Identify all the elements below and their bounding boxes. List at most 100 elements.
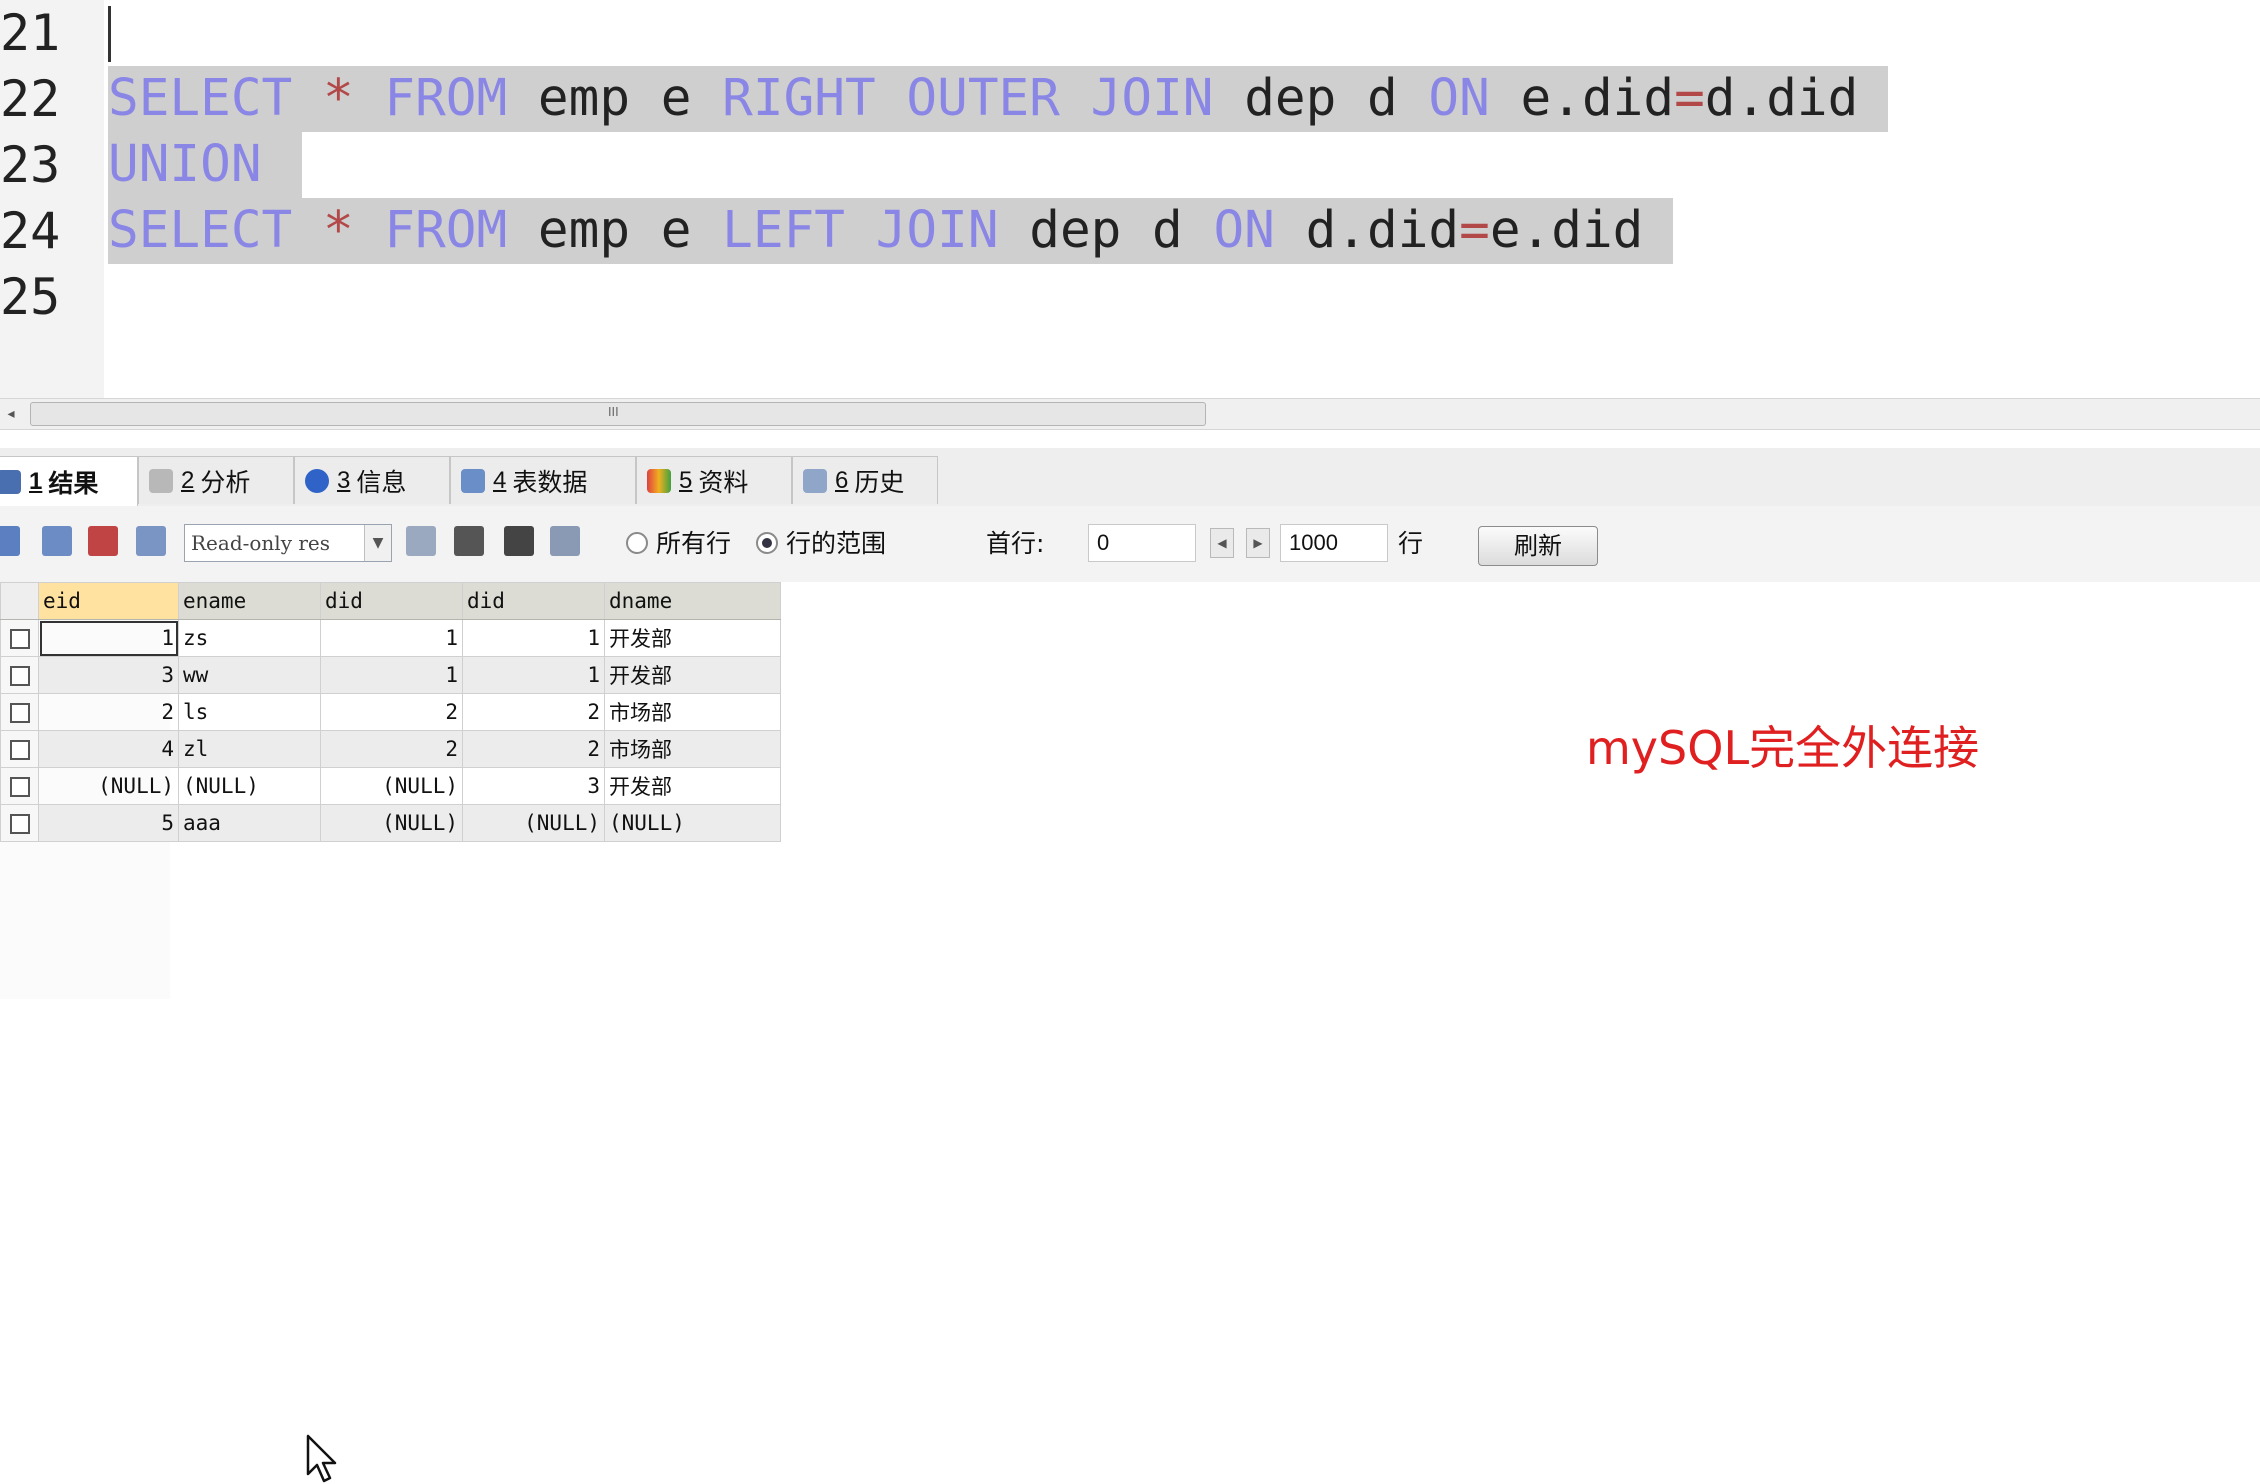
table-cell[interactable]: (NULL) (320, 804, 463, 842)
tab-table-data[interactable]: 4 表数据 (450, 456, 636, 504)
table-cell[interactable]: 4 (38, 730, 179, 768)
scroll-left-arrow-icon[interactable]: ◂ (0, 399, 22, 429)
table-cell[interactable]: 5 (38, 804, 179, 842)
add-row-icon[interactable] (406, 526, 436, 556)
tab-label: 结果 (48, 468, 99, 498)
sql-text: d.did (1274, 201, 1460, 260)
column-header-eid[interactable]: eid (38, 582, 179, 620)
table-row[interactable]: 5 aaa (NULL) (NULL) (NULL) (0, 804, 781, 842)
table-cell[interactable]: 3 (38, 656, 179, 694)
table-cell[interactable]: 2 (462, 693, 605, 731)
tab-label: 资料 (698, 467, 749, 497)
table-cell[interactable]: 开发部 (604, 656, 781, 694)
table-row[interactable]: 1 zs 1 1 开发部 (0, 619, 781, 657)
radio-row-range[interactable] (756, 532, 778, 554)
refresh-button[interactable]: 刷新 (1478, 526, 1598, 566)
table-row[interactable]: (NULL) (NULL) (NULL) 3 开发部 (0, 767, 781, 805)
checkbox-icon (9, 814, 30, 834)
tab-results[interactable]: 1 结果 (0, 456, 138, 506)
text-view-icon[interactable] (88, 526, 118, 556)
tab-number: 5 (679, 466, 693, 494)
first-row-input[interactable]: 0 (1088, 524, 1196, 562)
chevron-down-icon[interactable]: ▼ (364, 525, 391, 561)
save-icon[interactable] (454, 526, 484, 556)
row-checkbox[interactable] (0, 767, 39, 805)
table-cell[interactable]: (NULL) (604, 804, 781, 842)
sql-keyword: SELECT (108, 201, 293, 260)
export-icon[interactable] (136, 526, 166, 556)
result-mode-select[interactable]: Read-only res ▼ (184, 524, 392, 562)
form-view-icon[interactable] (42, 526, 72, 556)
table-cell[interactable]: 开发部 (604, 767, 781, 805)
table-cell[interactable]: zs (178, 619, 321, 657)
column-header-did-2[interactable]: did (462, 582, 605, 620)
line-number: 21 (0, 4, 61, 62)
table-cell[interactable]: 1 (38, 619, 179, 657)
table-cell[interactable]: ww (178, 656, 321, 694)
editor-line-25[interactable]: 25 (0, 264, 2260, 330)
editor-line-21[interactable]: 21 (0, 0, 2260, 66)
sql-keyword: ON (1428, 69, 1490, 128)
grid-view-icon[interactable] (0, 526, 20, 556)
copy-row-icon[interactable] (550, 526, 580, 556)
tab-number: 4 (493, 466, 507, 494)
scrollbar-thumb[interactable]: III (30, 402, 1206, 426)
row-count-input[interactable]: 1000 (1280, 524, 1388, 562)
tab-history[interactable]: 6 历史 (792, 456, 938, 504)
table-cell[interactable]: 1 (462, 656, 605, 694)
sql-editor[interactable]: 21 22 SELECT * FROM emp e RIGHT OUTER JO… (0, 0, 2260, 398)
header-row: eid ename did did dname (0, 582, 781, 620)
delete-icon[interactable] (504, 526, 534, 556)
editor-line-24[interactable]: 24 SELECT * FROM emp e LEFT JOIN dep d O… (0, 198, 2260, 264)
next-page-icon[interactable]: ▶ (1246, 528, 1270, 558)
table-cell[interactable]: 2 (320, 693, 463, 731)
column-header-ename[interactable]: ename (178, 582, 321, 620)
table-cell[interactable]: 2 (462, 730, 605, 768)
table-cell[interactable]: (NULL) (462, 804, 605, 842)
tab-info[interactable]: 3 信息 (294, 456, 450, 504)
table-cell[interactable]: 2 (320, 730, 463, 768)
editor-line-22[interactable]: 22 SELECT * FROM emp e RIGHT OUTER JOIN … (0, 66, 2260, 132)
prev-page-icon[interactable]: ◀ (1210, 528, 1234, 558)
table-cell[interactable]: 3 (462, 767, 605, 805)
table-cell[interactable]: 2 (38, 693, 179, 731)
sql-keyword: FROM (384, 201, 508, 260)
table-cell[interactable]: 市场部 (604, 693, 781, 731)
column-header-dname[interactable]: dname (604, 582, 781, 620)
table-cell[interactable]: (NULL) (178, 767, 321, 805)
tab-profile[interactable]: 5 资料 (636, 456, 792, 504)
column-header-did[interactable]: did (320, 582, 463, 620)
tab-analyze[interactable]: 2 分析 (138, 456, 294, 504)
row-checkbox[interactable] (0, 730, 39, 768)
table-cell[interactable]: (NULL) (38, 767, 179, 805)
table-cell[interactable]: 市场部 (604, 730, 781, 768)
row-checkbox[interactable] (0, 656, 39, 694)
table-cell[interactable]: ls (178, 693, 321, 731)
table-cell[interactable]: zl (178, 730, 321, 768)
sql-text: d.did (1704, 69, 1859, 128)
table-cell[interactable]: aaa (178, 804, 321, 842)
editor-line-23[interactable]: 23 UNION (0, 132, 2260, 198)
radio-all-rows[interactable] (626, 532, 648, 554)
table-cell[interactable]: (NULL) (320, 767, 463, 805)
table-row[interactable]: 4 zl 2 2 市场部 (0, 730, 781, 768)
table-cell[interactable]: 1 (320, 656, 463, 694)
row-checkbox[interactable] (0, 619, 39, 657)
select-all-header[interactable] (0, 582, 39, 620)
table-row[interactable]: 3 ww 1 1 开发部 (0, 656, 781, 694)
sql-text: dep d (1213, 69, 1429, 128)
sql-operator: = (1674, 69, 1705, 128)
table-cell[interactable]: 1 (320, 619, 463, 657)
row-checkbox[interactable] (0, 804, 39, 842)
table-cell[interactable]: 开发部 (604, 619, 781, 657)
table-cell[interactable]: 1 (462, 619, 605, 657)
result-table[interactable]: eid ename did did dname 1 zs 1 1 开发部 3 w… (0, 582, 781, 842)
table-row[interactable]: 2 ls 2 2 市场部 (0, 693, 781, 731)
horizontal-scrollbar[interactable]: ◂ III (0, 398, 2260, 430)
info-icon (305, 468, 329, 493)
line-number: 25 (0, 268, 61, 326)
row-checkbox[interactable] (0, 693, 39, 731)
